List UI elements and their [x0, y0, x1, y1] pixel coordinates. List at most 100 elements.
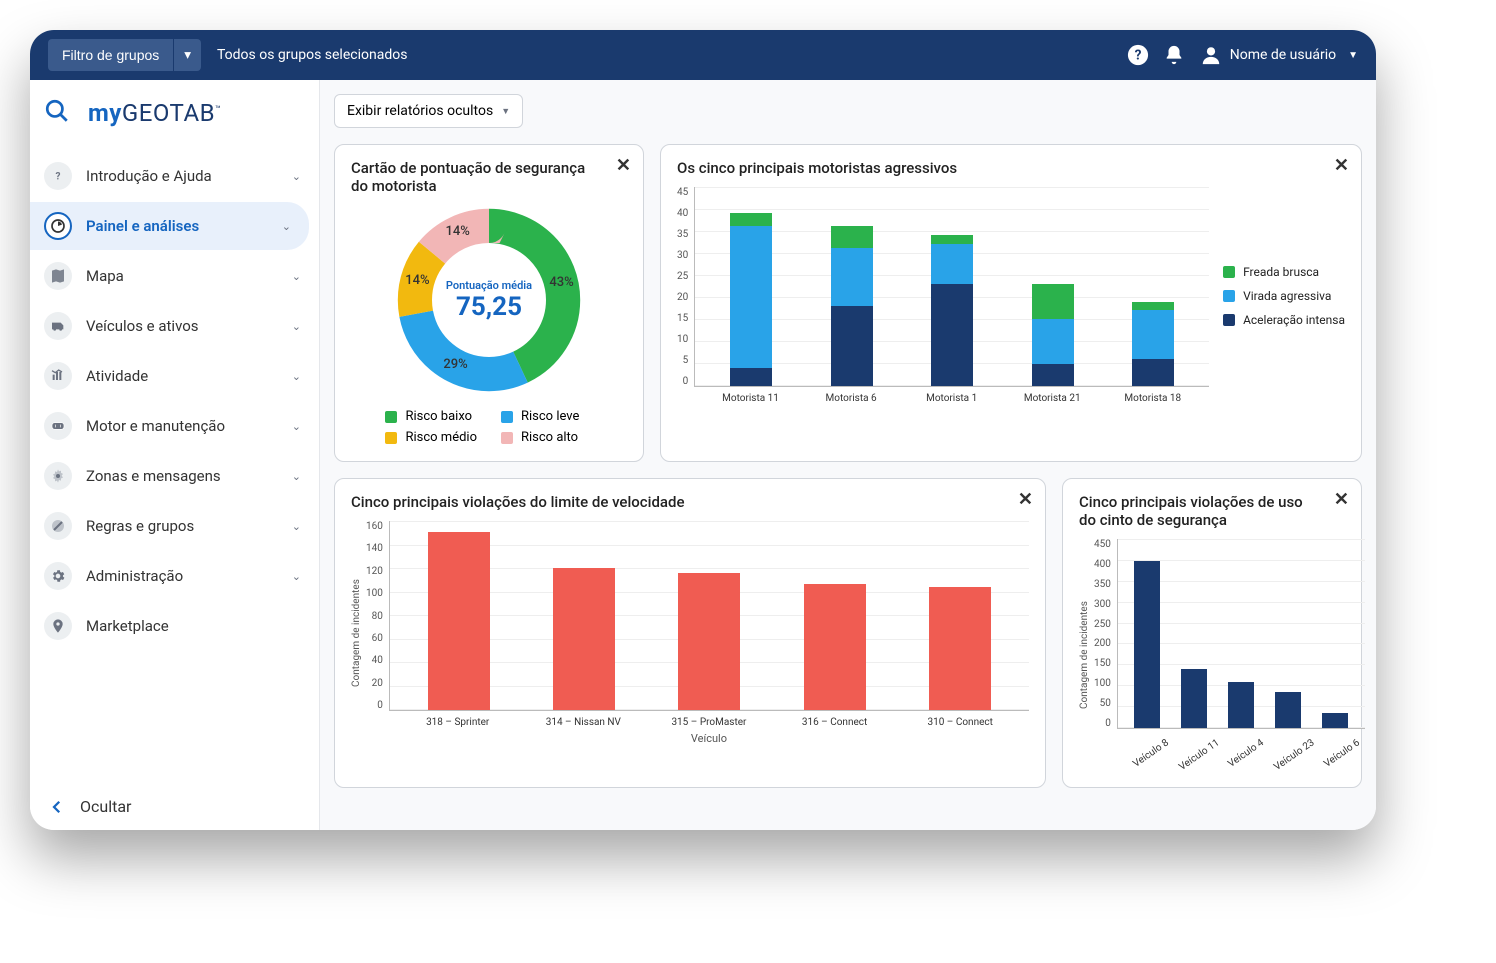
help-icon[interactable]: ? [1120, 37, 1156, 73]
sidebar-item-ve-culos-e-ativos[interactable]: Veículos e ativos ⌄ [30, 302, 319, 350]
sidebar-item-atividade[interactable]: Atividade ⌄ [30, 352, 319, 400]
search-icon[interactable] [44, 98, 70, 128]
nav-label: Mapa [86, 267, 278, 285]
bar-segment [931, 284, 973, 386]
svg-text:?: ? [56, 171, 61, 182]
nav-icon [44, 312, 72, 340]
bar-segment [730, 226, 772, 368]
nav-icon [44, 462, 72, 490]
sidebar: myGEOTAB™ ? Introdução e Ajuda ⌄ Painel … [30, 80, 320, 830]
sidebar-item-regras-e-grupos[interactable]: Regras e grupos ⌄ [30, 502, 319, 550]
chevron-down-icon: ⌄ [292, 570, 301, 583]
close-icon[interactable]: ✕ [1334, 155, 1349, 176]
seatbelt-chart: Contagem de incidentes 45040035030025020… [1079, 539, 1345, 771]
legend-item: Aceleração intensa [1223, 313, 1345, 327]
hidden-reports-label: Exibir relatórios ocultos [347, 103, 493, 119]
card-title: Os cinco principais motoristas agressivo… [677, 159, 1345, 177]
close-icon[interactable]: ✕ [1018, 489, 1033, 510]
speed-chart: Contagem de incidentes 16014012010080604… [351, 521, 1029, 745]
sidebar-item-marketplace[interactable]: Marketplace [30, 602, 319, 650]
legend-item: Risco médio [385, 430, 477, 445]
x-axis-label: Veículo [389, 732, 1029, 745]
nav-label: Painel e análises [86, 217, 268, 235]
legend-item: Virada agressiva [1223, 289, 1345, 303]
topbar: Filtro de grupos ▾ Todos os grupos selec… [30, 30, 1376, 80]
svg-text:?: ? [1134, 48, 1141, 64]
notifications-icon[interactable] [1156, 37, 1192, 73]
content: Exibir relatórios ocultos ▼ ✕ Cartão de … [320, 80, 1376, 830]
y-axis-label: Contagem de incidentes [351, 521, 362, 745]
bar [1275, 692, 1301, 728]
bar-segment [831, 248, 873, 306]
bar [1181, 669, 1207, 728]
chevron-down-icon: ⌄ [292, 470, 301, 483]
sidebar-item-mapa[interactable]: Mapa ⌄ [30, 252, 319, 300]
nav-icon [44, 362, 72, 390]
nav-icon [44, 562, 72, 590]
group-filter-dropdown[interactable]: ▾ [173, 39, 201, 71]
collapse-label: Ocultar [80, 797, 131, 816]
bar-segment [730, 368, 772, 386]
nav-label: Motor e manutenção [86, 417, 278, 435]
chevron-down-icon: ⌄ [292, 170, 301, 183]
nav-label: Marketplace [86, 617, 301, 635]
chevron-down-icon: ⌄ [282, 220, 291, 233]
username-label: Nome de usuário [1230, 47, 1336, 63]
aggressive-legend: Freada brusca Virada agressiva Aceleração … [1223, 187, 1345, 404]
bar-segment [931, 244, 973, 284]
chevron-down-icon: ⌄ [292, 520, 301, 533]
close-icon[interactable]: ✕ [1334, 489, 1349, 510]
collapse-sidebar[interactable]: Ocultar [30, 783, 319, 830]
donut-slice-label: 43% [549, 275, 573, 290]
user-menu[interactable]: Nome de usuário ▼ [1200, 44, 1358, 66]
app-frame: Filtro de grupos ▾ Todos os grupos selec… [30, 30, 1376, 830]
legend-item: Freada brusca [1223, 265, 1345, 279]
legend-item: Risco leve [501, 409, 593, 424]
nav-icon [44, 212, 72, 240]
bar [428, 532, 490, 710]
card-title: Cartão de pontuação de segurança do moto… [351, 159, 627, 195]
nav-icon [44, 412, 72, 440]
group-filter-button[interactable]: Filtro de grupos [48, 39, 173, 71]
group-filter: Filtro de grupos ▾ [48, 39, 201, 71]
nav: ? Introdução e Ajuda ⌄ Painel e análises… [30, 146, 319, 769]
card-seatbelt-violations: ✕ Cinco principais violações de uso do c… [1062, 478, 1362, 788]
aggressive-chart: 454035302520151050 Motorista 11Motorista… [677, 187, 1209, 404]
nav-label: Introdução e Ajuda [86, 167, 278, 185]
card-speed-violations: ✕ Cinco principais violações do limite d… [334, 478, 1046, 788]
bar-segment [931, 235, 973, 244]
nav-icon [44, 512, 72, 540]
logo: myGEOTAB™ [88, 99, 221, 127]
close-icon[interactable]: ✕ [616, 155, 631, 176]
chevron-down-icon: ⌄ [292, 370, 301, 383]
nav-label: Administração [86, 567, 278, 585]
bar-segment [831, 306, 873, 386]
nav-label: Regras e grupos [86, 517, 278, 535]
donut-center: Pontuação média 75,25 [394, 205, 584, 395]
avg-label: Pontuação média [446, 279, 532, 292]
y-axis-label: Contagem de incidentes [1079, 539, 1090, 771]
bar-segment [1132, 359, 1174, 386]
logo-row: myGEOTAB™ [30, 80, 319, 146]
sidebar-item-administra-o[interactable]: Administração ⌄ [30, 552, 319, 600]
sidebar-item-zonas-e-mensagens[interactable]: Zonas e mensagens ⌄ [30, 452, 319, 500]
bar [929, 587, 991, 711]
bar-segment [1032, 319, 1074, 363]
nav-label: Atividade [86, 367, 278, 385]
legend-item: Risco baixo [385, 409, 477, 424]
chevron-down-icon: ▼ [501, 106, 510, 117]
avg-value: 75,25 [456, 292, 522, 322]
sidebar-item-painel-e-an-lises[interactable]: Painel e análises ⌄ [30, 202, 309, 250]
hidden-reports-dropdown[interactable]: Exibir relatórios ocultos ▼ [334, 94, 523, 128]
donut-slice-label: 14% [405, 273, 429, 288]
bar-segment [1032, 364, 1074, 386]
legend-item: Risco alto [501, 430, 593, 445]
chevron-down-icon: ▼ [1348, 50, 1358, 61]
chevron-left-icon [48, 798, 66, 816]
card-safety-scorecard: ✕ Cartão de pontuação de segurança do mo… [334, 144, 644, 462]
sidebar-item-motor-e-manuten-o[interactable]: Motor e manutenção ⌄ [30, 402, 319, 450]
chevron-down-icon: ⌄ [292, 420, 301, 433]
donut-slice-label: 14% [445, 224, 469, 239]
sidebar-item-introdu-o-e-ajuda[interactable]: ? Introdução e Ajuda ⌄ [30, 152, 319, 200]
bar [553, 568, 615, 711]
